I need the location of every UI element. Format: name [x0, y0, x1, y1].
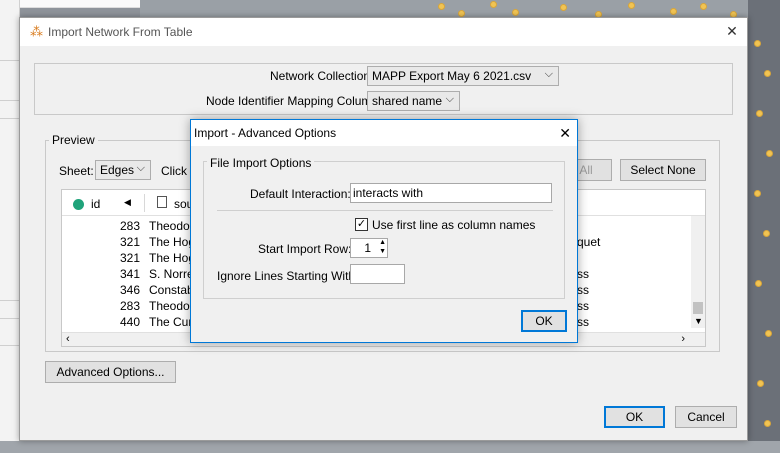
mapping-column-value: shared name — [372, 94, 443, 108]
cell-extra: ss — [577, 299, 589, 313]
advanced-options-title: Import - Advanced Options — [194, 126, 337, 140]
ignore-lines-input[interactable] — [350, 264, 405, 284]
cell-id: 321 — [120, 235, 141, 249]
start-import-row-label: Start Import Row: — [258, 242, 352, 256]
sheet-label: Sheet: — [59, 164, 94, 178]
ok-button[interactable]: OK — [604, 406, 665, 428]
preview-title: Preview — [49, 133, 98, 147]
start-import-row-value: 1 — [364, 241, 371, 255]
chevron-right-icon[interactable]: › — [681, 333, 685, 345]
chevron-down-icon[interactable]: ▼ — [694, 316, 703, 326]
sort-left-icon[interactable]: ◀ — [124, 197, 131, 208]
background-side-panel — [0, 0, 20, 453]
chevron-down-icon: ⌵ — [445, 93, 454, 105]
cancel-button[interactable]: Cancel — [675, 406, 737, 428]
background-status-bar — [0, 441, 780, 453]
mapping-column-combo[interactable]: shared name ⌵ — [367, 91, 460, 111]
advanced-ok-button[interactable]: OK — [521, 310, 567, 332]
dialog-titlebar: ⁂ Import Network From Table ✕ — [20, 18, 747, 46]
cell-extra: ss — [577, 267, 589, 281]
column-header-id[interactable]: id — [91, 197, 100, 211]
close-icon[interactable]: ✕ — [559, 123, 571, 143]
separator — [217, 210, 553, 211]
chevron-left-icon[interactable]: ‹ — [66, 333, 70, 345]
dialog-title: Import Network From Table — [48, 25, 193, 39]
chevron-down-icon: ⌵ — [136, 162, 145, 174]
network-collection-label: Network Collection: — [270, 69, 374, 83]
green-dot-icon — [73, 199, 84, 210]
cell-extra: ss — [577, 315, 589, 329]
background-toolbar — [0, 0, 140, 8]
cell-id: 283 — [120, 299, 141, 313]
scrollbar-thumb[interactable] — [693, 302, 703, 314]
document-icon — [157, 196, 167, 208]
cell-id: 321 — [120, 251, 141, 265]
file-import-options-title: File Import Options — [207, 156, 315, 170]
network-collection-value: MAPP Export May 6 2021.csv — [372, 69, 532, 83]
ignore-lines-label: Ignore Lines Starting With: — [217, 269, 359, 283]
background-network-edge — [748, 0, 780, 453]
close-icon[interactable]: ✕ — [723, 21, 741, 41]
mapping-column-label: Node Identifier Mapping Column: — [206, 94, 382, 108]
cell-id: 341 — [120, 267, 141, 281]
select-none-button[interactable]: Select None — [620, 159, 706, 181]
column-divider — [144, 194, 145, 212]
sheet-value: Edges — [100, 163, 135, 177]
start-import-row-spinner[interactable]: 1 ▲ ▼ — [350, 238, 388, 258]
default-interaction-label: Default Interaction: — [250, 187, 351, 201]
default-interaction-input[interactable]: interacts with — [350, 183, 552, 203]
chevron-down-icon: ⌵ — [544, 68, 553, 80]
cell-extra: quet — [577, 235, 601, 249]
cell-extra: ss — [577, 283, 589, 297]
sheet-combo[interactable]: Edges ⌵ — [95, 160, 151, 180]
spinner-down-icon[interactable]: ▼ — [379, 248, 386, 256]
cell-id: 283 — [120, 219, 141, 233]
use-first-line-checkbox[interactable]: ✓ — [355, 218, 368, 231]
cell-id: 346 — [120, 283, 141, 297]
checkmark-icon: ✓ — [356, 218, 367, 230]
use-first-line-label: Use first line as column names — [372, 218, 536, 232]
advanced-options-dialog: Import - Advanced Options ✕ File Import … — [190, 119, 578, 343]
spinner-up-icon[interactable]: ▲ — [379, 239, 386, 247]
cytoscape-app-icon: ⁂ — [30, 24, 43, 39]
advanced-options-button[interactable]: Advanced Options... — [45, 361, 176, 383]
network-collection-combo[interactable]: MAPP Export May 6 2021.csv ⌵ — [367, 66, 559, 86]
advanced-options-titlebar: Import - Advanced Options ✕ — [191, 120, 577, 146]
cell-id: 440 — [120, 315, 141, 329]
vertical-scrollbar[interactable]: ▼ — [691, 216, 705, 328]
